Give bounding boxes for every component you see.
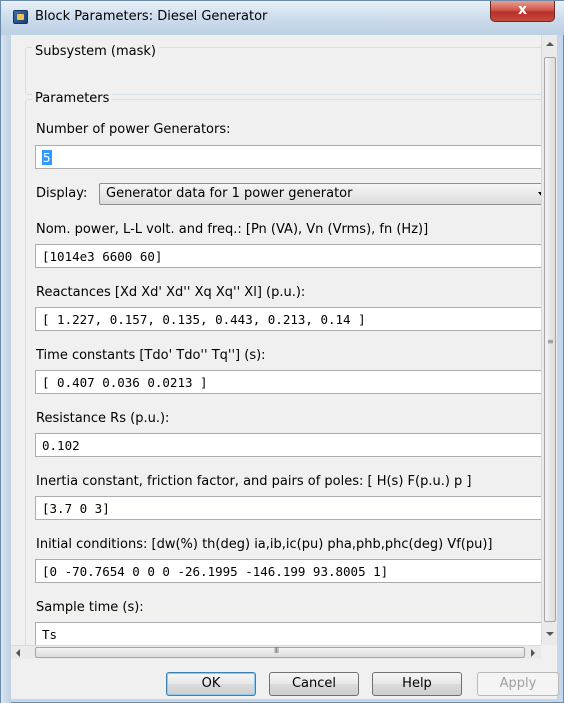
grip-icon: III [274, 646, 279, 655]
nominal-input[interactable]: [1014e3 6600 60] [35, 244, 541, 268]
num-generators-value: 5 [42, 150, 52, 165]
initial-conditions-input[interactable]: [0 -70.7654 0 0 0 -26.1995 -146.199 93.8… [35, 559, 541, 583]
parameters-group-label: Parameters [32, 91, 113, 106]
sample-time-label: Sample time (s): [36, 600, 144, 615]
num-generators-label: Number of power Generators: [36, 122, 231, 137]
block-parameters-dialog: Block Parameters: Diesel Generator x Sub… [0, 0, 564, 703]
close-button[interactable]: x [490, 1, 555, 22]
nominal-label: Nom. power, L-L volt. and freq.: [Pn (VA… [36, 222, 429, 237]
help-button[interactable]: Help [372, 672, 462, 696]
display-dropdown[interactable]: Generator data for 1 power generator [99, 183, 541, 205]
cancel-button[interactable]: Cancel [269, 672, 359, 696]
time-constants-label: Time constants [Tdo' Tdo'' Tq''] (s): [36, 348, 266, 363]
reactances-label: Reactances [Xd Xd' Xd'' Xq Xq'' Xl] (p.u… [36, 285, 306, 300]
initial-conditions-label: Initial conditions: [dw(%) th(deg) ia,ib… [36, 537, 493, 552]
display-label: Display: [36, 186, 88, 201]
inertia-input[interactable]: [3.7 0 3] [35, 496, 541, 520]
simulink-app-icon [13, 10, 28, 24]
vertical-scrollbar[interactable]: ≡ [541, 35, 557, 645]
horizontal-scroll-thumb[interactable]: III [35, 646, 525, 658]
mask-group-label: Subsystem (mask) [32, 44, 159, 59]
parameters-scroll-area: Subsystem (mask) Parameters Number of po… [11, 35, 541, 645]
window-left-edge [1, 35, 11, 703]
num-generators-input[interactable]: 5 [35, 145, 541, 169]
vertical-scroll-thumb[interactable]: ≡ [544, 57, 556, 622]
inertia-label: Inertia constant, friction factor, and p… [36, 474, 472, 489]
dialog-client-area: Subsystem (mask) Parameters Number of po… [11, 35, 559, 699]
sample-time-input[interactable]: Ts [35, 622, 541, 645]
scroll-right-icon[interactable] [531, 649, 535, 657]
resistance-input[interactable]: 0.102 [35, 433, 541, 457]
horizontal-scrollbar[interactable]: III [11, 645, 541, 659]
scroll-left-icon[interactable] [16, 649, 20, 657]
ok-button[interactable]: OK [166, 672, 256, 696]
window-title: Block Parameters: Diesel Generator [35, 9, 268, 24]
resistance-label: Resistance Rs (p.u.): [36, 411, 170, 426]
scroll-down-icon[interactable] [546, 632, 554, 636]
display-selected-value: Generator data for 1 power generator [106, 186, 353, 201]
grip-icon: ≡ [547, 337, 554, 346]
apply-button[interactable]: Apply [477, 672, 559, 696]
scroll-up-icon[interactable] [546, 42, 554, 46]
title-bar[interactable]: Block Parameters: Diesel Generator x [1, 1, 564, 35]
time-constants-input[interactable]: [ 0.407 0.036 0.0213 ] [35, 370, 541, 394]
reactances-input[interactable]: [ 1.227, 0.157, 0.135, 0.443, 0.213, 0.1… [35, 307, 541, 331]
